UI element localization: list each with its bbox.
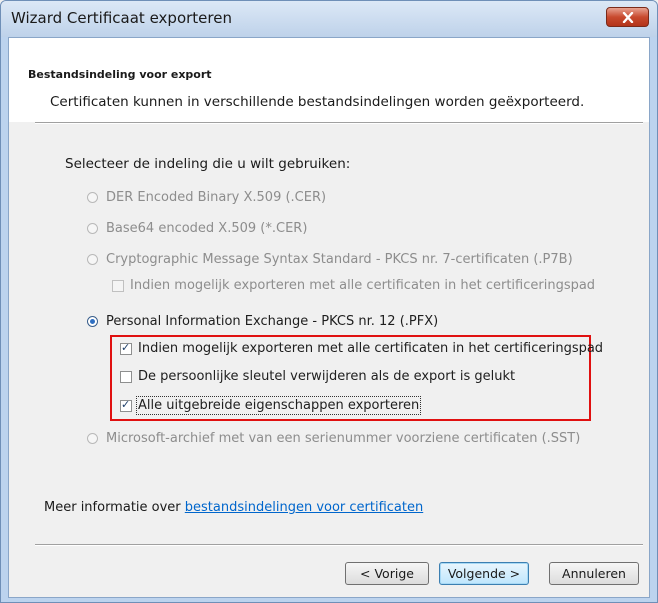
radio-pfx[interactable]	[87, 316, 98, 327]
button-bar: < Vorige Volgende > Annuleren	[9, 544, 649, 597]
radio-der[interactable]	[87, 192, 98, 203]
option-pkcs7-include-path-label: Indien mogelijk exporteren met alle cert…	[130, 278, 596, 293]
checkbox-pfx-delete-key[interactable]	[120, 370, 132, 383]
checkbox-pkcs7-include-path[interactable]	[112, 279, 124, 292]
radio-base64[interactable]	[87, 223, 98, 234]
option-pfx-delete-key-label: De persoonlijke sleutel verwijderen als …	[138, 369, 516, 384]
option-pfx-label: Personal Information Exchange - PKCS nr.…	[106, 314, 439, 329]
more-info: Meer informatie over bestandsindelingen …	[44, 500, 423, 515]
radio-sst[interactable]	[87, 433, 98, 444]
header-panel: Bestandsindeling voor export Certificate…	[9, 38, 649, 122]
option-pkcs7-include-path[interactable]: Indien mogelijk exporteren met alle cert…	[112, 278, 595, 293]
option-pfx-include-path[interactable]: Indien mogelijk exporteren met alle cert…	[120, 341, 603, 356]
checkbox-pfx-include-path[interactable]	[120, 341, 132, 355]
option-sst-label: Microsoft-archief met van een serienumme…	[106, 431, 581, 446]
option-pfx-export-props[interactable]: Alle uitgebreide eigenschappen exportere…	[120, 396, 422, 415]
cancel-button[interactable]: Annuleren	[549, 562, 639, 585]
option-der-label: DER Encoded Binary X.509 (.CER)	[106, 190, 327, 205]
wizard-window: Wizard Certificaat exporteren Bestandsin…	[0, 0, 658, 603]
option-sst[interactable]: Microsoft-archief met van een serienumme…	[87, 431, 580, 446]
page-description: Certificaten kunnen in verschillende bes…	[50, 94, 585, 110]
option-pkcs7-label: Cryptographic Message Syntax Standard - …	[106, 252, 573, 267]
wizard-content: Bestandsindeling voor export Certificate…	[8, 37, 650, 598]
option-base64-label: Base64 encoded X.509 (*.CER)	[106, 221, 308, 236]
option-pkcs7[interactable]: Cryptographic Message Syntax Standard - …	[87, 252, 573, 267]
option-pfx[interactable]: Personal Information Exchange - PKCS nr.…	[87, 314, 438, 329]
page-title: Bestandsindeling voor export	[28, 68, 212, 81]
format-instruction: Selecteer de indeling die u wilt gebruik…	[65, 156, 351, 172]
option-pfx-delete-key[interactable]: De persoonlijke sleutel verwijderen als …	[120, 369, 515, 384]
header-divider	[35, 122, 643, 124]
next-button[interactable]: Volgende >	[439, 562, 529, 585]
option-pfx-export-props-label: Alle uitgebreide eigenschappen exportere…	[135, 396, 422, 415]
checkbox-pfx-export-props[interactable]	[120, 398, 132, 412]
back-button[interactable]: < Vorige	[345, 562, 429, 585]
title-bar[interactable]: Wizard Certificaat exporteren	[1, 1, 657, 37]
radio-pkcs7[interactable]	[87, 254, 98, 265]
option-base64[interactable]: Base64 encoded X.509 (*.CER)	[87, 221, 307, 236]
option-der[interactable]: DER Encoded Binary X.509 (.CER)	[87, 190, 326, 205]
more-info-link[interactable]: bestandsindelingen voor certificaten	[185, 500, 423, 515]
window-title: Wizard Certificaat exporteren	[11, 9, 232, 27]
close-icon	[622, 11, 633, 23]
option-pfx-include-path-label: Indien mogelijk exporteren met alle cert…	[138, 341, 604, 356]
more-info-prefix: Meer informatie over	[44, 500, 185, 515]
close-button[interactable]	[606, 7, 649, 27]
